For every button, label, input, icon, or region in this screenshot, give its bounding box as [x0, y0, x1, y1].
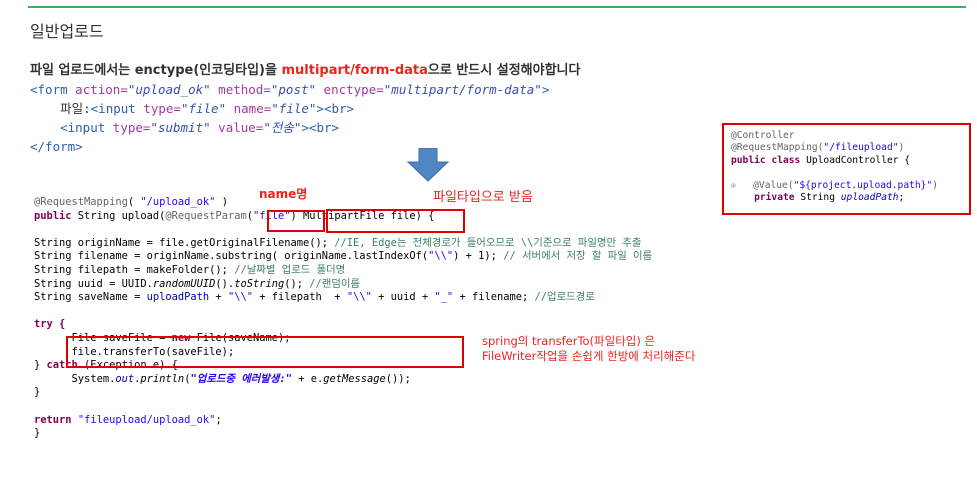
html-form-code: <form action="upload_ok" method="post" e… [30, 82, 550, 154]
down-arrow-icon [406, 148, 450, 182]
page-title: 일반업로드 [30, 22, 104, 41]
transferto-highlight-box [66, 336, 464, 368]
spring-annotation-line2: FileWriter작업을 손쉽게 한방에 처리해준다 [482, 349, 696, 363]
intro-before: 파일 업로드에서는 enctype(인코딩타입)을 [30, 63, 282, 78]
multipartfile-highlight-box [326, 209, 465, 233]
top-divider [28, 6, 966, 8]
intro-after: 으로 반드시 설정해야합니다 [427, 63, 581, 78]
spring-annotation-line1: spring의 transferTo(파일타입) 은 [482, 334, 656, 348]
breakpoint-icon: ⊕ [731, 180, 736, 190]
intro-highlight: multipart/form-data [281, 63, 428, 78]
intro-text: 파일 업로드에서는 enctype(인코딩타입)을 multipart/form… [30, 59, 580, 78]
file-param-highlight-box [267, 210, 325, 232]
controller-class-code: @Controller @RequestMapping("/fileupload… [731, 130, 938, 204]
